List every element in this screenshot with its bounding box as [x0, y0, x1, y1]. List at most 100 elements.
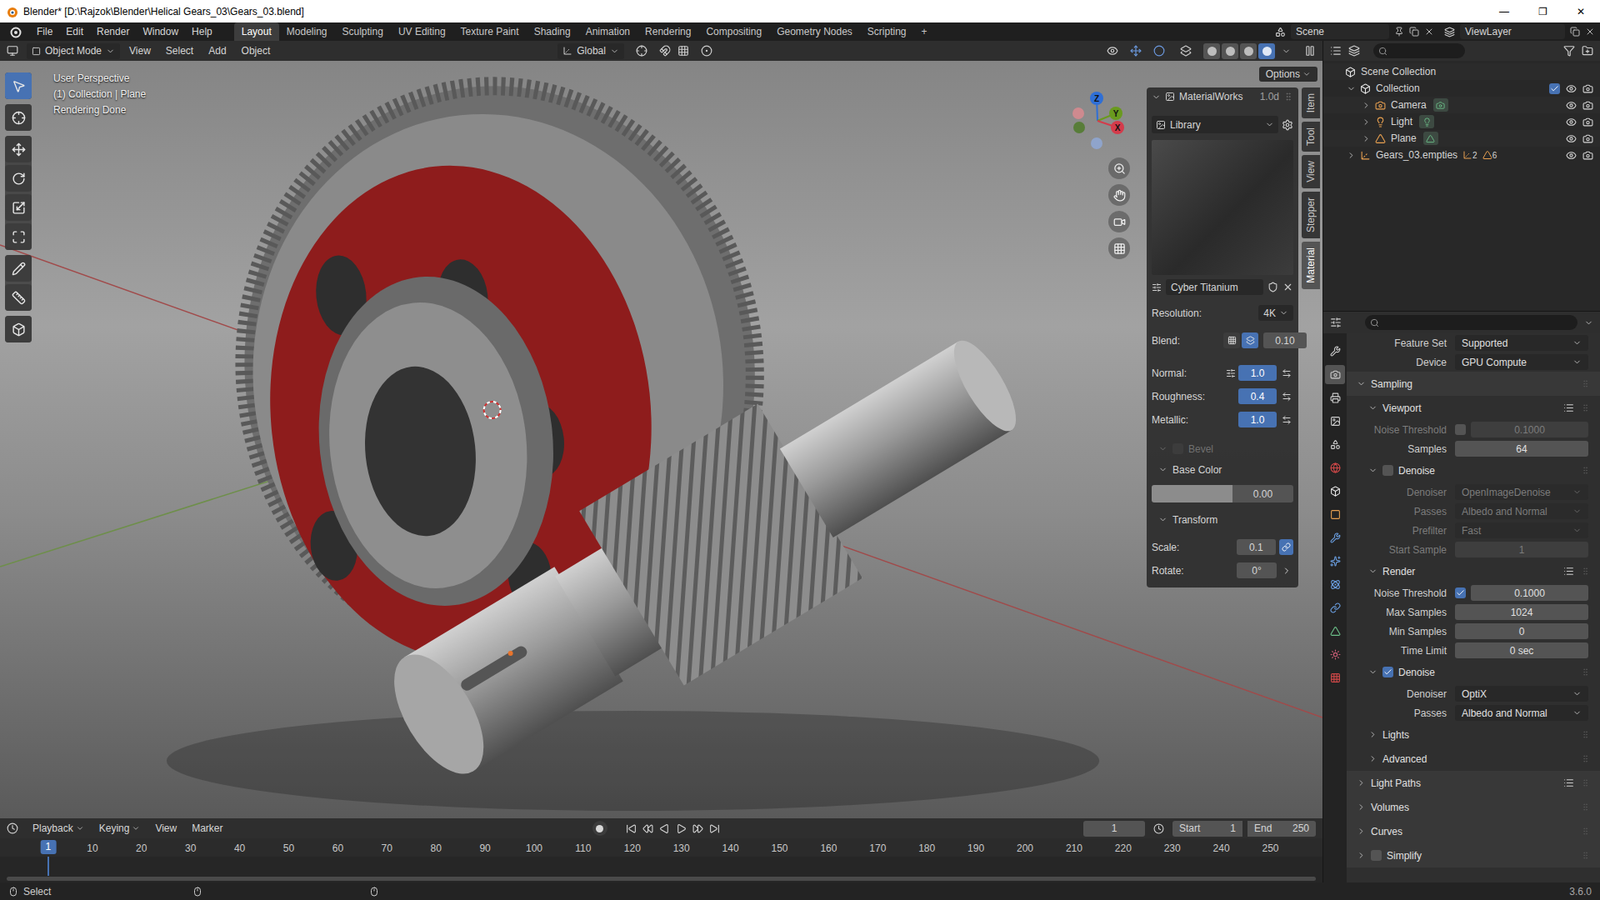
- unlink-icon[interactable]: [1282, 281, 1294, 293]
- viewport-menu[interactable]: Object: [235, 43, 277, 59]
- shading-mode-button[interactable]: [1258, 43, 1275, 60]
- copy-icon[interactable]: [1409, 26, 1420, 37]
- timeline-track[interactable]: [0, 856, 1323, 883]
- viewport-menu[interactable]: Select: [160, 43, 200, 59]
- property-panel-header[interactable]: Viewport: [1346, 395, 1600, 420]
- previous-keyframe-icon[interactable]: [642, 823, 654, 835]
- properties-tab[interactable]: [1325, 458, 1345, 478]
- property-number-field[interactable]: 64: [1455, 440, 1589, 457]
- slider-field[interactable]: 1.0: [1238, 365, 1277, 381]
- property-dropdown[interactable]: GPU Compute: [1455, 354, 1589, 370]
- viewport-menu[interactable]: Add: [202, 43, 232, 59]
- visibility-icon[interactable]: [1565, 133, 1577, 145]
- panel-header[interactable]: MaterialWorks1.0d: [1151, 87, 1294, 106]
- properties-tab[interactable]: [1325, 598, 1345, 618]
- menu-item[interactable]: Window: [135, 24, 185, 40]
- property-panel-header[interactable]: Light Paths: [1346, 770, 1600, 795]
- panel-checkbox[interactable]: [1382, 465, 1394, 476]
- navigation-gizmo[interactable]: ZYX: [1068, 90, 1129, 151]
- properties-tab[interactable]: [1325, 575, 1345, 595]
- drag-handle-icon[interactable]: [1580, 826, 1590, 836]
- tool-button[interactable]: [5, 255, 32, 282]
- scale-field[interactable]: 0.1: [1236, 539, 1276, 555]
- property-checkbox[interactable]: [1455, 424, 1466, 435]
- expand-icon[interactable]: [1346, 150, 1356, 160]
- property-panel-header[interactable]: Volumes: [1346, 795, 1600, 820]
- property-panel-header[interactable]: Curves: [1346, 819, 1600, 844]
- workspace-tab[interactable]: +: [914, 22, 935, 41]
- blender-menu-icon[interactable]: [8, 25, 22, 39]
- navigation-button[interactable]: [1108, 210, 1130, 233]
- property-panel-header[interactable]: Denoise: [1346, 660, 1600, 685]
- close-icon[interactable]: [1585, 26, 1595, 37]
- properties-tab[interactable]: [1325, 435, 1345, 455]
- drag-handle-icon[interactable]: [1580, 778, 1590, 788]
- options-button[interactable]: Options: [1259, 66, 1318, 82]
- overlay-toggle-icon[interactable]: [1153, 45, 1165, 57]
- viewport[interactable]: User Perspective(1) Collection | PlaneRe…: [0, 60, 1323, 819]
- property-dropdown[interactable]: Albedo and Normal: [1455, 705, 1589, 721]
- jump-end-icon[interactable]: [709, 823, 720, 835]
- property-number-field[interactable]: 0.1000: [1470, 421, 1589, 438]
- chevron-right-icon[interactable]: [1281, 565, 1292, 576]
- panel-checkbox[interactable]: [1382, 666, 1394, 678]
- drag-handle-icon[interactable]: [1580, 566, 1590, 576]
- properties-tab[interactable]: [1325, 528, 1345, 548]
- editor-type-icon[interactable]: [1330, 316, 1342, 329]
- outliner-row[interactable]: Collection: [1323, 80, 1600, 97]
- transform-subpanel[interactable]: Transform: [1151, 510, 1294, 529]
- drag-handle-icon[interactable]: [1580, 403, 1590, 413]
- presets-icon[interactable]: [1563, 402, 1575, 414]
- material-preview[interactable]: [1151, 140, 1294, 275]
- property-number-field[interactable]: 0: [1455, 623, 1589, 640]
- data-icon-badge[interactable]: [1433, 98, 1449, 112]
- outliner-row[interactable]: Scene Collection: [1323, 63, 1600, 80]
- fake-user-icon[interactable]: [1267, 281, 1279, 293]
- resolution-dropdown[interactable]: 4K: [1258, 305, 1294, 321]
- start-frame-field[interactable]: Start1: [1172, 820, 1243, 837]
- menu-item[interactable]: Edit: [59, 24, 90, 40]
- blend-field[interactable]: 0.10: [1263, 332, 1307, 349]
- property-dropdown[interactable]: Supported: [1455, 335, 1589, 351]
- visibility-icon[interactable]: [1106, 45, 1119, 57]
- property-panel-header[interactable]: Advanced: [1346, 746, 1600, 771]
- child-count-badge[interactable]: 2: [1462, 150, 1478, 160]
- properties-tab[interactable]: [1325, 551, 1345, 571]
- tool-button[interactable]: [5, 194, 32, 221]
- sidebar-tab[interactable]: Tool: [1301, 121, 1320, 152]
- snap-icon[interactable]: [659, 45, 671, 57]
- base-color-subpanel[interactable]: Base Color: [1151, 460, 1294, 479]
- material-settings-icon[interactable]: [1151, 282, 1162, 293]
- workspace-tab[interactable]: Texture Paint: [453, 22, 527, 41]
- tool-button[interactable]: [5, 104, 32, 131]
- navigation-button[interactable]: [1108, 157, 1130, 180]
- timeline-ruler[interactable]: 1020304050607080901001101201301401501601…: [0, 838, 1323, 857]
- presets-icon[interactable]: [1563, 777, 1575, 789]
- bevel-checkbox[interactable]: [1172, 443, 1184, 455]
- workspace-tab[interactable]: Animation: [578, 22, 638, 41]
- editor-type-icon[interactable]: [1330, 45, 1342, 57]
- link-toggle[interactable]: [1279, 539, 1294, 555]
- child-count-badge[interactable]: 6: [1482, 150, 1498, 160]
- outliner-search[interactable]: [1373, 43, 1465, 59]
- drag-handle-icon[interactable]: [1283, 91, 1294, 102]
- invert-icon[interactable]: [1281, 368, 1292, 379]
- drag-handle-icon[interactable]: [1580, 465, 1590, 475]
- current-frame-field[interactable]: 1: [1083, 820, 1145, 837]
- bevel-subpanel[interactable]: Bevel: [1151, 440, 1294, 458]
- timeline-scrollbar[interactable]: [6, 876, 1316, 881]
- close-icon[interactable]: [1424, 26, 1435, 37]
- shading-options-icon[interactable]: [1281, 46, 1291, 56]
- tool-button[interactable]: [5, 135, 32, 163]
- tool-button[interactable]: [5, 284, 32, 311]
- menu-item[interactable]: Render: [90, 24, 136, 40]
- rotate-field[interactable]: 0°: [1236, 562, 1277, 579]
- slider-field[interactable]: 1.0: [1238, 411, 1277, 428]
- workspace-tab[interactable]: Rendering: [637, 22, 699, 41]
- base-color-field[interactable]: 0.00: [1151, 485, 1294, 503]
- properties-tab[interactable]: [1325, 341, 1345, 361]
- current-frame-indicator[interactable]: 1: [40, 840, 57, 855]
- tool-button[interactable]: [5, 315, 32, 343]
- visibility-icon[interactable]: [1565, 116, 1577, 128]
- expand-icon[interactable]: [1361, 134, 1371, 144]
